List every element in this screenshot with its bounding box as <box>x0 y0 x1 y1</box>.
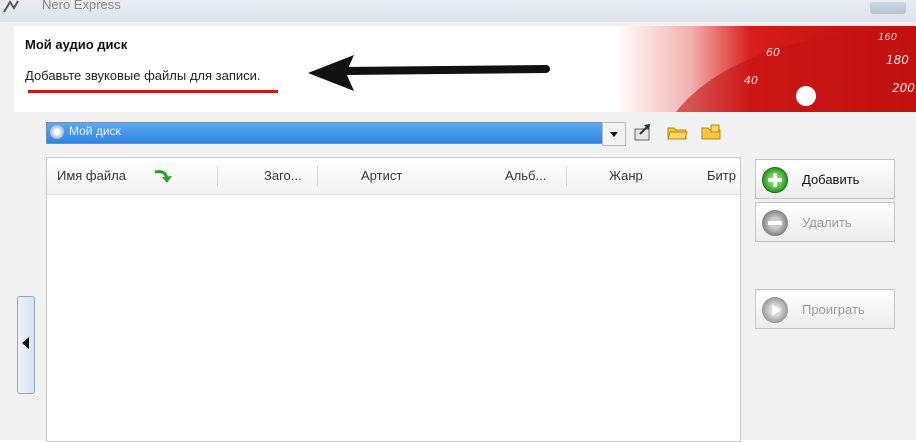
speedometer-banner: 60 40 160 180 200 <box>616 26 916 112</box>
annotation-arrow <box>308 55 550 91</box>
play-button-label: Проиграть <box>802 302 865 317</box>
column-separator <box>217 166 218 186</box>
add-button-label: Добавить <box>802 172 860 187</box>
file-list[interactable]: Имя файла Заго... Артист Альб... Жанр Би… <box>46 157 741 442</box>
page-subtitle: Добавьте звуковые файлы для записи. <box>25 68 261 83</box>
window-titlebar[interactable]: Nero Express <box>0 0 916 22</box>
add-icon <box>762 167 788 193</box>
export-icon <box>634 124 650 141</box>
subtitle-underline-annotation <box>28 90 278 93</box>
collapse-panel-button[interactable] <box>17 296 35 394</box>
delete-button-label: Удалить <box>802 215 852 230</box>
banner-number: 40 <box>744 74 758 87</box>
disc-name-field[interactable]: Мой диск <box>46 122 603 144</box>
column-separator <box>566 166 567 186</box>
disc-selector-row: Мой диск <box>46 120 626 146</box>
folder-open-icon <box>667 127 688 140</box>
play-button[interactable]: Проиграть <box>755 289 895 329</box>
delete-button[interactable]: Удалить <box>755 202 895 242</box>
file-list-header: Имя файла Заго... Артист Альб... Жанр Би… <box>47 158 740 195</box>
cd-icon <box>50 125 64 139</box>
open-folder-button[interactable] <box>666 122 688 142</box>
window-controls[interactable] <box>870 2 906 14</box>
new-folder-button[interactable] <box>700 122 722 142</box>
page-title: Мой аудио диск <box>25 37 128 52</box>
column-header-bitrate[interactable]: Битр <box>707 168 736 183</box>
column-header-album[interactable]: Альб... <box>505 168 546 183</box>
column-header-title[interactable]: Заго... <box>264 168 302 183</box>
column-separator <box>317 166 318 186</box>
banner-number: 160 <box>878 32 897 43</box>
sort-arrow-icon[interactable] <box>153 168 175 189</box>
export-button[interactable] <box>632 122 654 142</box>
column-header-filename[interactable]: Имя файла <box>57 168 126 183</box>
nero-logo-icon <box>2 0 20 14</box>
add-button[interactable]: Добавить <box>755 159 895 199</box>
play-icon <box>762 297 788 323</box>
banner-number: 200 <box>892 81 915 95</box>
window-title: Nero Express <box>42 0 121 12</box>
chevron-left-icon <box>22 337 29 349</box>
disc-name-label: Мой диск <box>69 124 121 138</box>
folder-new-icon <box>701 124 721 140</box>
column-header-genre[interactable]: Жанр <box>609 168 643 183</box>
banner-number: 180 <box>886 53 909 67</box>
disc-dropdown-button[interactable] <box>602 122 626 146</box>
column-header-artist[interactable]: Артист <box>361 168 402 183</box>
remove-icon <box>762 210 788 236</box>
banner-number: 60 <box>766 46 780 59</box>
chevron-down-icon <box>610 132 618 137</box>
